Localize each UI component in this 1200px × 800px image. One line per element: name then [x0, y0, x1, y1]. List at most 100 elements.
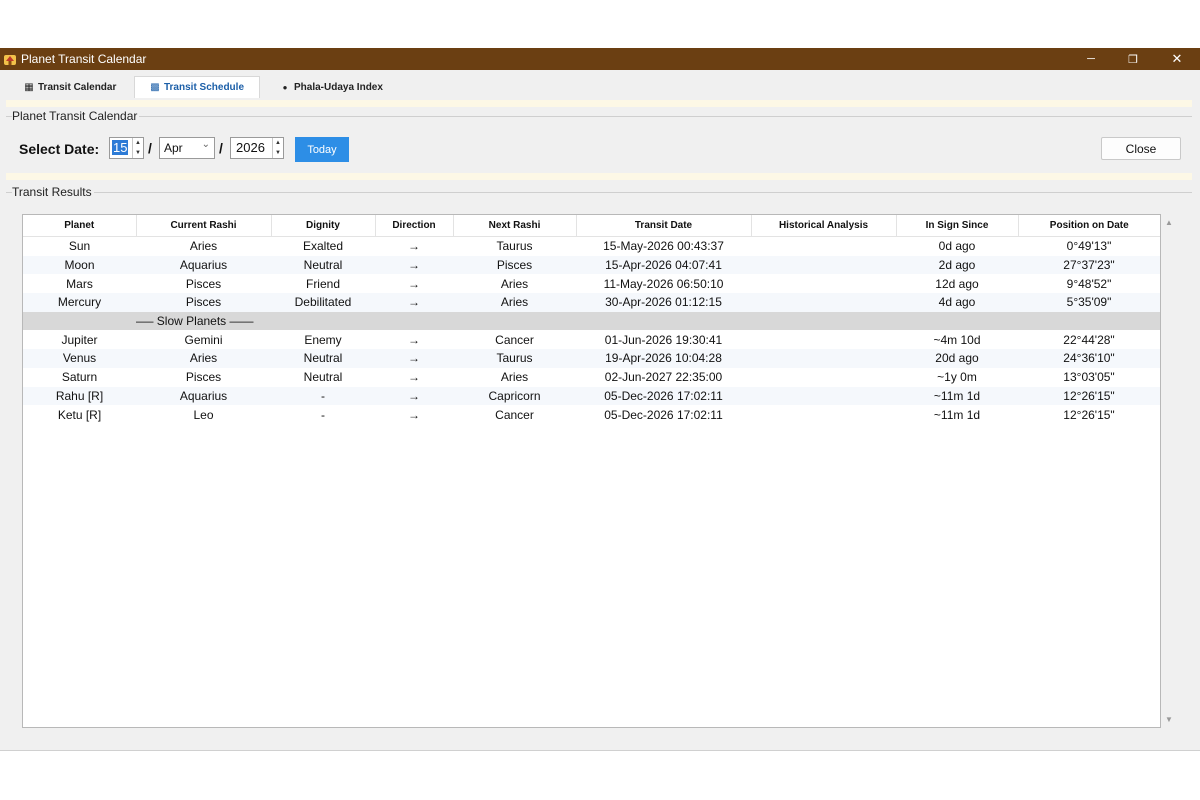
table-cell	[751, 237, 896, 256]
select-date-label: Select Date:	[19, 141, 100, 157]
today-button[interactable]: Today	[295, 137, 349, 162]
table-cell: 9°48'52"	[1066, 276, 1112, 291]
table-row[interactable]: Saturn Pisces Neutral → Aries 02-Jun-202…	[23, 368, 1160, 387]
table-cell: Cancer	[495, 332, 534, 347]
date-group-title: Planet Transit Calendar	[12, 109, 140, 123]
table-row[interactable]: Rahu [R] Aquarius - → Capricorn 05-Dec-2…	[23, 386, 1160, 406]
column-header[interactable]: In Sign Since	[896, 215, 1019, 237]
spinner-arrows-icon[interactable]: ▲ ▼	[272, 138, 283, 158]
restore-icon: ❐	[1128, 53, 1138, 66]
vertical-scrollbar[interactable]: ▲ ▼	[1161, 214, 1178, 728]
table-cell: ~11m 1d	[896, 386, 1018, 406]
table-cell: Mars	[66, 276, 93, 291]
year-spinner[interactable]: 2026 ▲ ▼	[230, 137, 284, 159]
table-cell: →	[375, 349, 453, 368]
table-row[interactable]: Moon Aquarius Neutral → Pisces 15-Apr-20…	[23, 255, 1160, 275]
minimize-button[interactable]: ─	[1069, 48, 1113, 70]
day-spinner[interactable]: 15 ▲ ▼	[109, 137, 144, 159]
table-cell: Neutral	[303, 370, 343, 385]
table-row[interactable]: Mars Pisces Friend → Aries 11-May-2026 0…	[23, 274, 1160, 293]
table-cell: Mercury	[23, 293, 136, 312]
title-bar[interactable]: Planet Transit Calendar ─ ❐ ✕	[0, 48, 1200, 70]
table-cell: 0d ago	[938, 239, 976, 254]
table-cell: Leo	[193, 407, 214, 422]
table-cell: 01-Jun-2026 19:30:41	[604, 332, 723, 347]
spinner-arrows-icon[interactable]: ▲ ▼	[132, 138, 143, 158]
column-header[interactable]: Transit Date	[576, 215, 752, 237]
table-cell	[751, 293, 896, 312]
table-cell: 05-Dec-2026 17:02:11	[604, 407, 723, 422]
column-header[interactable]: Current Rashi	[136, 215, 272, 237]
table-cell	[751, 368, 896, 387]
table-cell: 30-Apr-2026 01:12:15	[576, 293, 751, 312]
date-separator: /	[148, 140, 152, 156]
column-header[interactable]: Historical Analysis	[751, 215, 897, 237]
tab-transit-calendar[interactable]: ▦ Transit Calendar	[16, 76, 134, 98]
table-cell: 12°26'15"	[1018, 386, 1160, 406]
table-cell	[751, 349, 896, 368]
table-cell: Exalted	[302, 239, 344, 254]
table-row[interactable]: Sun Aries Exalted → Taurus 15-May-2026 0…	[23, 237, 1160, 256]
table-row[interactable]: Mercury Pisces Debilitated → Aries 30-Ap…	[23, 293, 1160, 312]
column-header[interactable]: Next Rashi	[453, 215, 577, 237]
close-button[interactable]: Close	[1101, 137, 1181, 160]
info-strip	[6, 173, 1192, 180]
info-strip	[6, 100, 1192, 107]
restore-button[interactable]: ❐	[1111, 48, 1155, 70]
table-cell: 11-May-2026 06:50:10	[603, 276, 724, 291]
table-cell: 22°44'28"	[1063, 332, 1115, 347]
table-cell: Venus	[23, 349, 136, 368]
table-cell: Aquarius	[136, 386, 271, 406]
table-cell: Pisces	[453, 255, 576, 275]
results-group-title: Transit Results	[12, 185, 94, 199]
column-header[interactable]: Direction	[375, 215, 454, 237]
scroll-down-icon[interactable]: ▼	[1165, 715, 1173, 724]
table-row[interactable]: Venus Aries Neutral → Taurus 19-Apr-2026…	[23, 349, 1160, 368]
calendar-icon: ▦	[24, 81, 34, 93]
table-cell: Sun	[68, 239, 91, 254]
table-cell: 0°49'13"	[1066, 239, 1112, 254]
table-cell: →	[408, 370, 420, 385]
column-header[interactable]: Position on Date	[1018, 215, 1160, 237]
table-cell: Jupiter	[61, 332, 98, 347]
table-row[interactable]: Jupiter Gemini Enemy → Cancer 01-Jun-202…	[23, 330, 1160, 349]
table-cell: 15-May-2026 00:43:37	[603, 239, 724, 254]
table-cell: Moon	[23, 255, 136, 275]
table-cell	[751, 255, 896, 275]
table-row[interactable]: Ketu [R] Leo - → Cancer 05-Dec-2026 17:0…	[23, 405, 1160, 424]
minimize-icon: ─	[1087, 53, 1095, 65]
table-cell: 2d ago	[896, 255, 1018, 275]
table-cell: Aquarius	[136, 255, 271, 275]
scroll-up-icon[interactable]: ▲	[1165, 218, 1173, 227]
close-window-button[interactable]: ✕	[1155, 48, 1199, 70]
table-cell: 05-Dec-2026 17:02:11	[576, 386, 751, 406]
column-header[interactable]: Planet	[23, 215, 137, 237]
table-cell	[751, 274, 896, 293]
table-cell: Aries	[453, 293, 576, 312]
table-cell: Aries	[189, 239, 218, 254]
section-label: —— Slow Planets ——	[136, 314, 254, 329]
window-title: Planet Transit Calendar	[21, 52, 147, 66]
table-cell: Gemini	[184, 332, 223, 347]
table-cell: Cancer	[495, 407, 534, 422]
results-table[interactable]: Planet Current Rashi Dignity Direction N…	[22, 214, 1161, 728]
table-cell: Saturn	[61, 370, 98, 385]
group-border	[6, 116, 1192, 117]
table-cell: Pisces	[136, 293, 271, 312]
month-select[interactable]: Apr ⌄	[159, 137, 215, 159]
tab-phala-udaya-index[interactable]: ● Phala-Udaya Index	[272, 76, 398, 98]
table-cell: Capricorn	[453, 386, 576, 406]
day-value: 15	[112, 140, 129, 155]
close-icon: ✕	[1171, 51, 1183, 66]
tab-transit-schedule[interactable]: ▩ Transit Schedule	[134, 76, 260, 98]
table-cell: Rahu [R]	[23, 386, 136, 406]
table-cell: 27°37'23"	[1018, 255, 1160, 275]
tab-label: Transit Schedule	[163, 82, 245, 93]
table-cell: Enemy	[304, 332, 342, 347]
column-header[interactable]: Dignity	[271, 215, 376, 237]
app-window: Planet Transit Calendar ─ ❐ ✕ ▦ Transit …	[0, 48, 1200, 751]
table-cell: -	[271, 386, 375, 406]
table-cell: 5°35'09"	[1018, 293, 1160, 312]
house-icon	[4, 55, 16, 65]
table-cell: 12d ago	[935, 276, 979, 291]
